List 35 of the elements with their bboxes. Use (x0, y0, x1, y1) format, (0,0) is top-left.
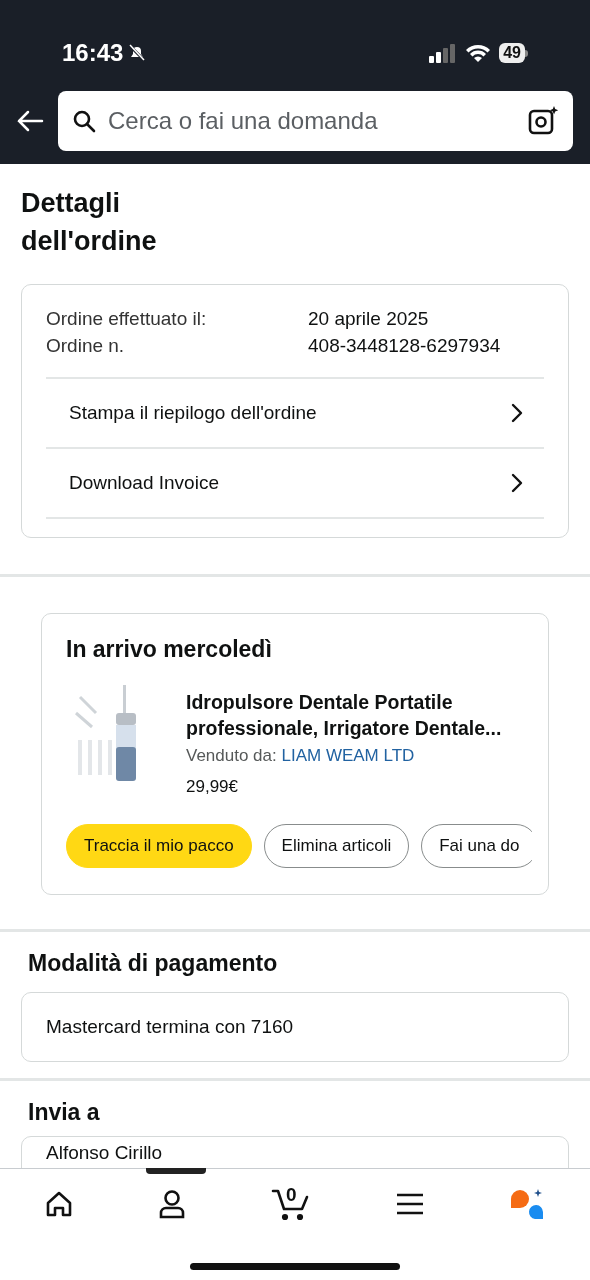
bell-muted-icon (127, 43, 148, 63)
chevron-right-icon (510, 402, 524, 424)
seller-link[interactable]: LIAM WEAM LTD (281, 745, 415, 765)
seller-line: Venduto da: LIAM WEAM LTD (186, 744, 416, 767)
order-value: 408-3448128-6297934 (308, 334, 501, 358)
assistant-icon[interactable] (509, 1188, 545, 1220)
payment-card: Mastercard termina con 7160 (21, 992, 569, 1062)
menu-icon[interactable] (396, 1192, 424, 1216)
action-button[interactable]: Traccia il mio pacco (66, 823, 252, 868)
order-value: 20 aprile 2025 (308, 307, 429, 331)
search-input[interactable]: Cerca o fai una domanda (108, 103, 515, 139)
order-link[interactable]: Download Invoice (46, 449, 544, 519)
camera-icon[interactable] (527, 105, 559, 137)
account-icon[interactable] (158, 1189, 186, 1219)
back-arrow-icon[interactable] (16, 109, 44, 133)
page-title: Dettagli dell'ordine (21, 187, 158, 258)
order-link[interactable]: Stampa il riepilogo dell'ordine (46, 379, 544, 449)
chevron-right-icon (510, 472, 524, 494)
clock: 16:43 (62, 38, 124, 68)
search-field[interactable]: Cerca o fai una domanda (58, 91, 573, 151)
home-icon[interactable] (45, 1190, 73, 1218)
order-label: Ordine effettuato il: (46, 307, 208, 331)
signal-icon (429, 43, 458, 63)
product-title[interactable]: Idropulsore Dentale Portatile professionale, Irrigatore Dentale... (186, 688, 530, 741)
search-icon (72, 109, 96, 133)
section-heading: Invia a (27, 1098, 101, 1127)
section-heading: Modalità di pagamento (27, 948, 279, 978)
wifi-icon (465, 43, 492, 63)
recipient-name: Alfonso Cirillo (46, 1141, 163, 1163)
order-label: Ordine n. (46, 334, 126, 358)
action-button[interactable]: Elimina articoli (263, 823, 410, 868)
action-button[interactable]: Fai una do (421, 823, 532, 868)
battery-icon: 49 (499, 43, 528, 63)
delivery-heading: In arrivo mercoledì (66, 635, 273, 664)
price: 29,99€ (186, 776, 239, 798)
